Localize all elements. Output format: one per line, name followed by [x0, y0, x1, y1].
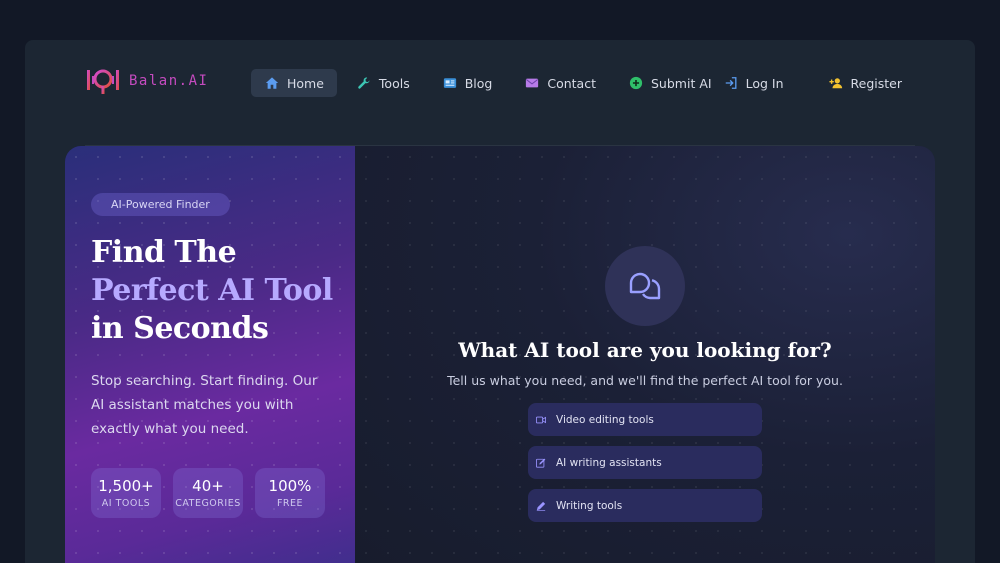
hero-headline: Find The Perfect AI Tool in Seconds [91, 234, 341, 348]
stats-row: 1,500+ AI TOOLS 40+ CATEGORIES 100% FREE [91, 468, 325, 518]
suggestion-label: Writing tools [556, 499, 623, 512]
register-label: Register [850, 75, 902, 91]
top-navbar: Balan.AI Home Tools Blog Contact Submit … [85, 40, 915, 146]
stat-categories: 40+ CATEGORIES [173, 468, 243, 518]
stat-tools: 1,500+ AI TOOLS [91, 468, 161, 518]
nav-home[interactable]: Home [251, 69, 337, 97]
suggestion-label: Video editing tools [556, 413, 654, 426]
headline-part-1: Find The [91, 235, 237, 270]
brand-logo[interactable]: Balan.AI [85, 66, 208, 96]
auth-links: Log In Register [692, 69, 915, 97]
app-frame: Balan.AI Home Tools Blog Contact Submit … [25, 40, 975, 563]
suggestion-label: AI writing assistants [556, 456, 662, 469]
nav-contact-label: Contact [547, 75, 596, 91]
login-label: Log In [745, 75, 784, 91]
stat-number: 40+ [192, 477, 224, 495]
video-icon [536, 416, 546, 423]
nav-tools[interactable]: Tools [343, 69, 423, 97]
chat-bubbles-icon [629, 272, 661, 300]
register-link[interactable]: Register [815, 69, 915, 97]
nav-home-label: Home [287, 75, 324, 91]
add-user-icon [828, 78, 842, 89]
brand-name: Balan.AI [129, 73, 209, 89]
chat-title: What AI tool are you looking for? [458, 338, 832, 362]
stat-free: 100% FREE [255, 468, 325, 518]
edit-icon [536, 458, 546, 468]
nav-blog-label: Blog [464, 75, 493, 91]
stat-label: FREE [276, 498, 304, 509]
ai-powered-badge: AI-Powered Finder [91, 193, 230, 216]
suggestion-video-editing[interactable]: Video editing tools [528, 403, 762, 436]
nav-blog[interactable]: Blog [429, 69, 506, 97]
hero-section: AI-Powered Finder Find The Perfect AI To… [65, 146, 935, 563]
home-icon [265, 77, 279, 89]
hero-subtext: Stop searching. Start finding. Our AI as… [91, 373, 318, 437]
mail-icon [526, 78, 539, 88]
suggestion-list: Video editing tools AI writing assistant… [528, 403, 762, 532]
plus-circle-icon [629, 76, 643, 90]
headline-part-2: in Seconds [91, 311, 269, 346]
login-link[interactable]: Log In [710, 69, 797, 97]
hero-intro-panel: AI-Powered Finder Find The Perfect AI To… [65, 146, 355, 563]
stat-label: CATEGORIES [175, 498, 241, 509]
login-icon [725, 77, 737, 89]
chat-subtitle: Tell us what you need, and we'll find th… [447, 373, 843, 388]
chat-panel: What AI tool are you looking for? Tell u… [355, 146, 935, 563]
headline-highlight: Perfect AI Tool [91, 273, 333, 308]
nav-contact[interactable]: Contact [511, 69, 609, 97]
nav-links: Home Tools Blog Contact Submit AI [251, 69, 731, 97]
logo-icon [87, 69, 119, 94]
stat-label: AI TOOLS [101, 498, 151, 509]
nav-tools-label: Tools [378, 75, 410, 91]
suggestion-writing-assistants[interactable]: AI writing assistants [528, 446, 762, 479]
wrench-icon [358, 77, 370, 89]
suggestion-writing-tools[interactable]: Writing tools [528, 489, 762, 522]
stat-number: 100% [268, 477, 312, 495]
newspaper-icon [443, 78, 456, 88]
stat-number: 1,500+ [98, 477, 154, 495]
chat-bubble-badge [605, 246, 685, 326]
pen-icon [536, 501, 546, 511]
